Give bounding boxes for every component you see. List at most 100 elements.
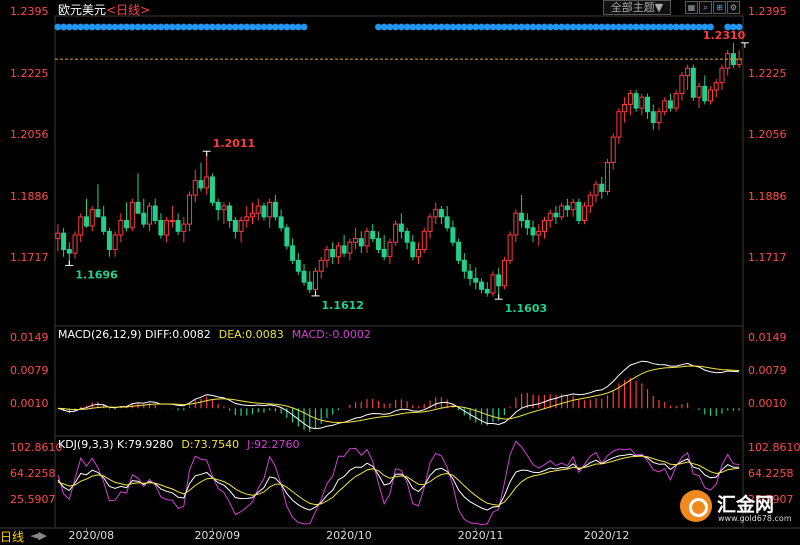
settings-icon[interactable]: ⚙ [727,1,740,14]
macd-ytick-left: 0.0079 [10,363,49,377]
candle-body [524,219,530,229]
chart-canvas: 1.2011 1.1696 1.1612 1.1603 1.2310 [0,15,800,532]
macd-ytick-right: 0.0079 [748,363,787,377]
line-type-icon[interactable]: ⊞ [713,1,726,14]
macd-ytick-left: 0.0149 [10,330,49,344]
candle-body [599,183,605,192]
candle-body [61,232,67,250]
x-tick-label: 2020/09 [194,529,241,542]
candlesticks [55,42,742,300]
candle-body [622,103,628,113]
price-ytick-left: 1.2225 [10,66,49,80]
brand-logo-icon [680,490,712,522]
macd-ytick-right: 0.0010 [748,396,787,410]
candle-body [713,82,719,91]
macd-legend-value: MACD:-0.0002 [291,328,371,341]
candle-body [278,216,284,229]
signal-dot [300,23,308,31]
candle-body [650,111,656,124]
candle-body [324,248,330,261]
candle-body [364,230,370,247]
candle-body [124,219,130,229]
kdj-lines [57,440,740,526]
candle-body [164,219,170,236]
candle-body [370,230,376,240]
candle-body [181,223,187,232]
candle-body [616,111,622,138]
kdj-legend-value: D:73.7540 [181,438,240,451]
candle-body [78,216,84,236]
watermark: 汇金网 www.gold678.com [677,484,797,528]
candle-body [719,67,725,84]
price-ytick-left: 1.1717 [10,250,49,264]
candle-body [564,205,570,211]
macd-legend-value: DIFF:0.0082 [145,328,211,341]
candle-body [467,270,473,279]
nav-arrows-icon[interactable]: ◄▶ [30,529,47,542]
candle-body [158,219,164,236]
candle-body [410,241,416,258]
top-bar: 欧元美元<日线> 全部主题▼ ▦ ⌕ ⊞ ⚙ [0,0,800,17]
price-ytick-left: 1.2395 [10,5,49,18]
candle-body [639,96,645,109]
grid-icon[interactable]: ▦ [685,1,698,14]
candle-body [209,176,215,203]
candle-body [593,183,599,196]
candle-body [444,216,450,229]
candle-body [541,219,547,232]
candle-body [204,176,210,189]
symbol-name: 欧元美元 [58,3,107,17]
candle-body [673,93,679,109]
theme-menu-button[interactable]: 全部主题▼ [603,0,671,15]
kdj-ytick-left: 102.8610 [10,441,63,455]
macd-lines [57,360,740,430]
candle-body [272,201,278,218]
candle-body [227,205,233,221]
candle-body [393,223,399,243]
candle-body [685,67,691,76]
candle-body [559,205,565,218]
candle-body [473,277,479,283]
candle-body [112,234,118,250]
candle-body [627,93,633,105]
annotation-label: 1.1696 [75,268,118,281]
candle-body [232,219,238,232]
macd-ytick-right: 0.0149 [748,330,787,344]
macd-diff-line [57,360,740,430]
price-ytick-left: 1.1886 [10,189,49,203]
candle-body [416,248,422,258]
price-ytick-right: 1.1886 [748,189,787,203]
candle-body [198,180,204,189]
macd-legend-value: DEA:0.0083 [218,328,284,341]
candle-body [708,89,714,102]
x-tick-label: 2020/12 [583,529,630,542]
price-ytick-right: 1.2056 [748,127,787,141]
candle-body [679,74,685,95]
day-tab[interactable]: 日线 [0,528,24,545]
candle-body [570,201,576,211]
candle-body [456,241,462,261]
kdj-legend-value: J:92.2760 [247,438,300,451]
macd-dea-line [57,365,740,423]
candle-body [375,238,381,250]
candle-body [175,219,181,232]
candle-body [129,201,135,229]
annotation-label: 1.1603 [505,302,547,315]
kdj-legend-title: KDJ(9,3,3) [58,438,117,451]
candle-body [312,270,318,290]
candle-body [433,209,439,218]
search-icon[interactable]: ⌕ [699,1,712,14]
candle-body [582,205,588,221]
candle-body [169,219,175,222]
candle-body [330,248,336,258]
candle-body [702,85,708,102]
candle-body [553,212,559,218]
candle-body [496,274,502,287]
brand-url: www.gold678.com [718,514,792,523]
x-tick-label: 2020/11 [457,529,504,542]
kdj-j-line [57,440,740,526]
annotation-label: 1.2310 [703,29,746,42]
period-label[interactable]: <日线> [106,3,150,17]
annotation-label: 1.1612 [321,299,363,312]
candle-body [576,201,582,221]
